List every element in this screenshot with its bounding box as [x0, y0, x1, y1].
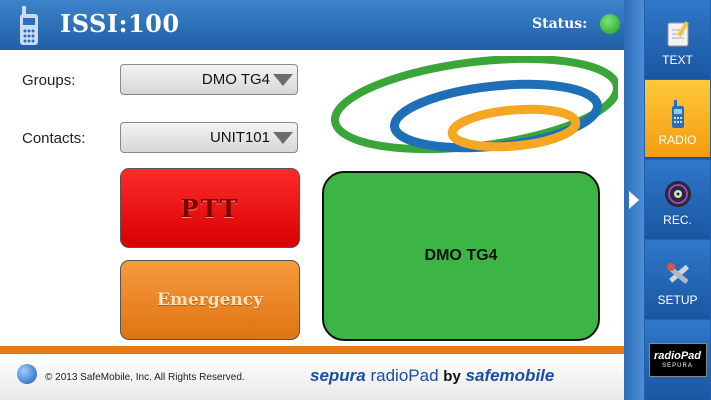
- sidebar-item-label: SETUP: [657, 293, 698, 307]
- sidebar-item-label: RADIO: [658, 133, 697, 147]
- header-bar: ISSI:100 Status:: [0, 0, 624, 50]
- emergency-button[interactable]: Emergency: [120, 260, 300, 340]
- chevron-down-icon: [273, 74, 293, 86]
- brand-safemobile: safemobile: [465, 366, 555, 385]
- radiopad-sepura-logo: radioPad SEPURA: [645, 320, 710, 400]
- brand-sepura: sepura: [310, 366, 366, 385]
- brand-radiopad: radioPad: [370, 366, 439, 385]
- footer-divider: [0, 346, 624, 354]
- sidebar-item-label: TEXT: [662, 53, 693, 67]
- chevron-down-icon: [273, 132, 293, 144]
- copyright-text: © 2013 SafeMobile, Inc. All Rights Reser…: [45, 372, 245, 383]
- issi-title: ISSI:100: [60, 9, 180, 38]
- logo-bottom-text: SEPURA: [662, 363, 693, 369]
- sidebar-item-radio[interactable]: RADIO: [645, 80, 710, 158]
- swirl-logo: [330, 56, 618, 154]
- logo-top-text: radioPad: [653, 350, 702, 362]
- tools-icon: [666, 263, 689, 284]
- ptt-button[interactable]: PTT: [120, 168, 300, 248]
- sidebar-item-text[interactable]: TEXT: [645, 0, 710, 78]
- disc-icon: [664, 181, 691, 207]
- brand-by: by: [443, 368, 461, 385]
- radio-icon: [671, 100, 684, 128]
- sidebar-item-rec[interactable]: REC.: [645, 160, 710, 238]
- status-label: Status:: [532, 16, 588, 32]
- contacts-selected-value: UNIT101: [209, 129, 270, 146]
- notepad-icon: [667, 21, 689, 47]
- emergency-label: Emergency: [156, 290, 263, 310]
- ptt-label: PTT: [180, 193, 240, 223]
- sidebar-item-setup[interactable]: SETUP: [645, 240, 710, 318]
- brand-logo: sepura radioPad by safemobile: [310, 366, 554, 386]
- contacts-dropdown[interactable]: UNIT101: [120, 122, 298, 153]
- chevron-right-icon[interactable]: [629, 191, 639, 209]
- status-indicator: [600, 14, 620, 34]
- groups-selected-value: DMO TG4: [201, 71, 270, 88]
- channel-display-text: DMO TG4: [424, 247, 498, 264]
- radio-handset-icon: [20, 6, 38, 45]
- channel-display: DMO TG4: [322, 171, 600, 341]
- globe-icon: [17, 364, 37, 384]
- sidebar-item-label: REC.: [663, 213, 692, 227]
- groups-label: Groups:: [22, 72, 76, 89]
- groups-dropdown[interactable]: DMO TG4: [120, 64, 298, 95]
- contacts-label: Contacts:: [22, 130, 86, 147]
